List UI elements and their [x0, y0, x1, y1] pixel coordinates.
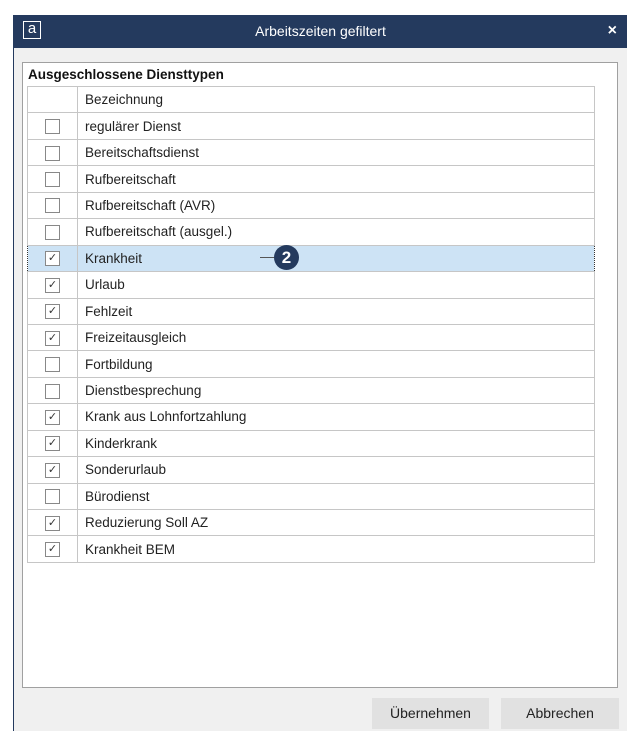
- table-row[interactable]: ✓ Sonderurlaub: [27, 456, 595, 484]
- row-label: Sonderurlaub: [77, 456, 595, 484]
- table-row[interactable]: ✓ Krank aus Lohnfortzahlung: [27, 403, 595, 431]
- service-types-table: Bezeichnung regulärer Dienst Bereitschaf…: [27, 85, 595, 563]
- row-checkbox[interactable]: [45, 357, 60, 373]
- table-row[interactable]: ✓ Reduzierung Soll AZ: [27, 508, 595, 537]
- row-label: Krankheit BEM: [77, 535, 595, 563]
- row-checkbox[interactable]: [45, 198, 60, 214]
- row-checkbox[interactable]: [45, 383, 60, 399]
- checkbox-column-header: [27, 85, 78, 114]
- dialog-window: a Arbeitszeiten gefiltert × Ausgeschloss…: [13, 15, 627, 731]
- table-row[interactable]: Rufbereitschaft: [27, 165, 595, 193]
- row-label: regulärer Dienst: [77, 112, 595, 140]
- table-row[interactable]: ✓ Fehlzeit: [27, 297, 595, 325]
- row-label: Dienstbesprechung: [77, 376, 595, 405]
- row-label: Bürodienst: [77, 482, 595, 511]
- table-row[interactable]: Fortbildung: [27, 350, 595, 378]
- close-icon[interactable]: ×: [608, 15, 617, 48]
- row-label: Rufbereitschaft (AVR): [77, 191, 595, 220]
- table-header-row: Bezeichnung: [27, 85, 595, 114]
- row-label: Krank aus Lohnfortzahlung: [77, 403, 595, 431]
- table-row[interactable]: ✓ Krankheit BEM: [27, 535, 595, 563]
- row-checkbox[interactable]: [45, 224, 60, 240]
- row-checkbox[interactable]: ✓: [45, 462, 60, 478]
- table-row[interactable]: Bereitschaftsdienst: [27, 138, 595, 167]
- row-label: Rufbereitschaft (ausgel.): [77, 218, 595, 246]
- row-label: Rufbereitschaft: [77, 165, 595, 193]
- row-label: Reduzierung Soll AZ: [77, 508, 595, 537]
- table-row-selected[interactable]: ✓ Krankheit 2: [27, 244, 595, 273]
- row-label: Bereitschaftsdienst: [77, 138, 595, 167]
- row-checkbox[interactable]: ✓: [45, 542, 60, 558]
- table-row[interactable]: regulärer Dienst: [27, 112, 595, 140]
- row-label: Kinderkrank: [77, 429, 595, 458]
- table-row[interactable]: ✓ Kinderkrank: [27, 429, 595, 458]
- row-checkbox[interactable]: ✓: [45, 515, 60, 531]
- table-row[interactable]: ✓ Freizeitausgleich: [27, 323, 595, 352]
- row-checkbox[interactable]: [45, 145, 60, 161]
- row-checkbox[interactable]: [45, 489, 60, 505]
- title-bar[interactable]: a Arbeitszeiten gefiltert ×: [14, 15, 627, 48]
- table-row[interactable]: Rufbereitschaft (AVR): [27, 191, 595, 220]
- row-checkbox[interactable]: ✓: [45, 277, 60, 293]
- cancel-button[interactable]: Abbrechen: [501, 698, 619, 729]
- callout-number-badge: 2: [274, 244, 299, 270]
- row-label: Urlaub: [77, 271, 595, 299]
- apply-button[interactable]: Übernehmen: [372, 698, 489, 729]
- row-label: Freizeitausgleich: [77, 323, 595, 352]
- row-label: Fehlzeit: [77, 297, 595, 325]
- excluded-service-types-group: Ausgeschlossene Diensttypen Bezeichnung …: [22, 62, 618, 688]
- column-header-bezeichnung[interactable]: Bezeichnung: [77, 85, 595, 114]
- row-checkbox[interactable]: ✓: [45, 436, 60, 452]
- row-checkbox[interactable]: ✓: [45, 330, 60, 346]
- table-row[interactable]: Bürodienst: [27, 482, 595, 511]
- table-row[interactable]: Rufbereitschaft (ausgel.): [27, 218, 595, 246]
- row-checkbox[interactable]: [45, 119, 60, 135]
- dialog-title: Arbeitszeiten gefiltert: [255, 23, 386, 39]
- row-label: Krankheit: [85, 250, 143, 266]
- row-checkbox[interactable]: ✓: [45, 251, 60, 267]
- row-label: Fortbildung: [77, 350, 595, 378]
- group-title: Ausgeschlossene Diensttypen: [28, 67, 224, 82]
- table-row[interactable]: Dienstbesprechung: [27, 376, 595, 405]
- row-checkbox[interactable]: ✓: [45, 409, 60, 425]
- table-row[interactable]: ✓ Urlaub: [27, 271, 595, 299]
- row-checkbox[interactable]: [45, 172, 60, 187]
- row-checkbox[interactable]: ✓: [45, 304, 60, 320]
